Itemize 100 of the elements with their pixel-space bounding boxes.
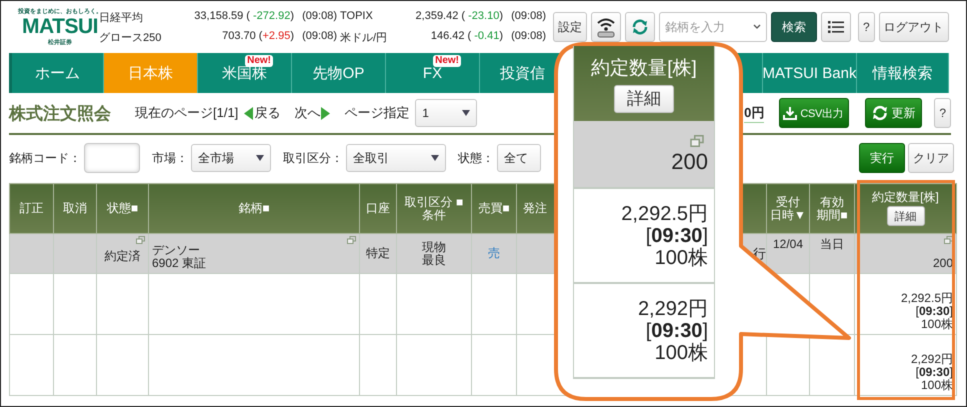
filter-label: 市場： (152, 150, 188, 166)
popup-icon[interactable] (944, 236, 953, 244)
index-value: 146.42 ( -0.41) (430, 30, 503, 44)
popup-icon[interactable] (347, 236, 356, 244)
table-cell: 2,292円 (638, 298, 708, 320)
refresh-icon (631, 18, 649, 36)
index-name: 米ドル/円 (340, 30, 388, 44)
caret-down-icon (462, 110, 470, 116)
new-label: New! (245, 55, 273, 67)
table-cell: 200 (932, 257, 953, 270)
column-header: 受付 (776, 196, 800, 208)
popup-icon[interactable] (136, 236, 145, 244)
search-button[interactable]: 検索 (771, 12, 817, 42)
csv-export-button[interactable]: CSV出力 (779, 98, 850, 128)
column-header: 発注 (523, 202, 547, 215)
popup-icon[interactable] (690, 135, 704, 147)
nav-tab[interactable]: MATSUI Bank (763, 53, 857, 93)
filter-select[interactable]: 全て (497, 144, 541, 172)
index-name: 日経平均 (99, 10, 144, 24)
table-cell: 約定済 (104, 250, 140, 263)
triangle-left-icon (244, 106, 254, 120)
page-select-label: ページ指定 (344, 104, 410, 122)
amount-text: 0円 (744, 104, 764, 122)
table-cell: 100株 (920, 379, 953, 392)
index-name: TOPIX (340, 10, 374, 24)
table-cell: [09:30] (916, 305, 953, 318)
download-icon (783, 106, 798, 120)
previous-link[interactable]: 戻る (244, 104, 280, 122)
page-select[interactable]: 1 (415, 99, 478, 127)
menu-icon (828, 21, 844, 33)
table-cell: 200 (671, 149, 708, 175)
table-cell: 2,292円 (910, 353, 953, 366)
clear-button[interactable]: クリア (908, 143, 954, 173)
nav-tab[interactable]: 情報検索 (857, 53, 949, 93)
index-time: (09:08) (301, 10, 337, 24)
table-cell: 2,292.5円 (621, 202, 708, 224)
table-cell: 当日 (820, 238, 844, 251)
new-label: New! (433, 55, 461, 67)
triangle-right-icon (321, 106, 330, 120)
nav-tab[interactable]: FX New! (386, 53, 480, 93)
stock-search-field[interactable]: 銘柄を入力 (659, 12, 767, 42)
run-button[interactable]: 実行 (859, 143, 905, 173)
filter-label: 状態： (458, 150, 494, 166)
refresh-icon (872, 105, 888, 121)
table-cell: デンソー (152, 244, 200, 256)
nav-tab[interactable]: 米国株 New! (198, 53, 292, 93)
chevron-down-icon[interactable] (753, 24, 761, 30)
help-button[interactable]: ? (858, 12, 875, 42)
column-header: 状態■ (106, 202, 138, 215)
filter-label: 取引区分： (283, 150, 343, 166)
logout-button[interactable]: ログアウト (878, 12, 949, 42)
index-time: (09:08) (510, 10, 546, 24)
nav-tab[interactable]: 投資信 (480, 53, 554, 93)
column-header: 訂正 (20, 202, 44, 215)
table-cell: [09:30] (646, 320, 708, 342)
table-cell: 最良 (422, 254, 446, 266)
update-button[interactable]: 更新 (865, 98, 922, 128)
refresh-button[interactable] (625, 12, 655, 42)
table-cell: 2,292.5円 (900, 292, 953, 305)
table-cell: 100株 (920, 318, 953, 331)
column-header: 約定数量[株] (591, 56, 697, 80)
page-title: 株式注文照会 (9, 102, 111, 124)
settings-button[interactable]: 設定 (553, 12, 587, 42)
table-cell: 100株 (654, 246, 708, 268)
table-cell: [09:30] (916, 366, 953, 379)
code-input-field[interactable] (84, 143, 140, 173)
filter-select[interactable]: 全市場 (191, 144, 271, 172)
column-header: 約定数量[株] (872, 191, 939, 204)
table-cell: 6902 東証 (152, 256, 206, 270)
filter-select[interactable]: 全取引 (346, 144, 446, 172)
menu-button[interactable] (821, 12, 851, 42)
column-header: 銘柄■ (238, 202, 270, 215)
help-button[interactable]: ? (934, 98, 951, 128)
column-header: 期間■ (816, 208, 848, 222)
detail-button[interactable]: 詳細 (614, 84, 674, 112)
column-header: 取引区分 ■ (404, 196, 464, 208)
column-header: 条件 (422, 208, 446, 222)
table-cell: 売 (488, 247, 500, 260)
index-time: (09:08) (301, 30, 337, 44)
index-time: (09:08) (510, 30, 546, 44)
wifi-icon (595, 16, 617, 38)
column-header: 日時▼ (770, 208, 806, 222)
filter-label: 銘柄コード： (9, 150, 81, 166)
table-cell: 現物 (422, 240, 446, 254)
caret-down-icon (431, 155, 439, 161)
column-header: 取消 (63, 202, 87, 215)
table-cell: [09:30] (646, 224, 708, 246)
table-cell: 100株 (654, 342, 708, 364)
nav-tab[interactable]: 先物OP (292, 53, 386, 93)
column-header: 売買■ (478, 202, 510, 215)
detail-button[interactable]: 詳細 (886, 206, 924, 226)
index-value: 2,359.42 ( -23.10) (414, 10, 503, 24)
page-indicator: 現在のページ[1/1] (135, 104, 238, 122)
column-header: 有効 (820, 196, 844, 208)
next-link[interactable]: 次へ (294, 104, 330, 122)
table-cell: 特定 (366, 247, 390, 260)
column-header: 口座 (366, 202, 390, 215)
caret-down-icon (256, 155, 264, 161)
table-cell: 12/04 (772, 238, 804, 251)
wifi-button[interactable] (591, 12, 621, 42)
